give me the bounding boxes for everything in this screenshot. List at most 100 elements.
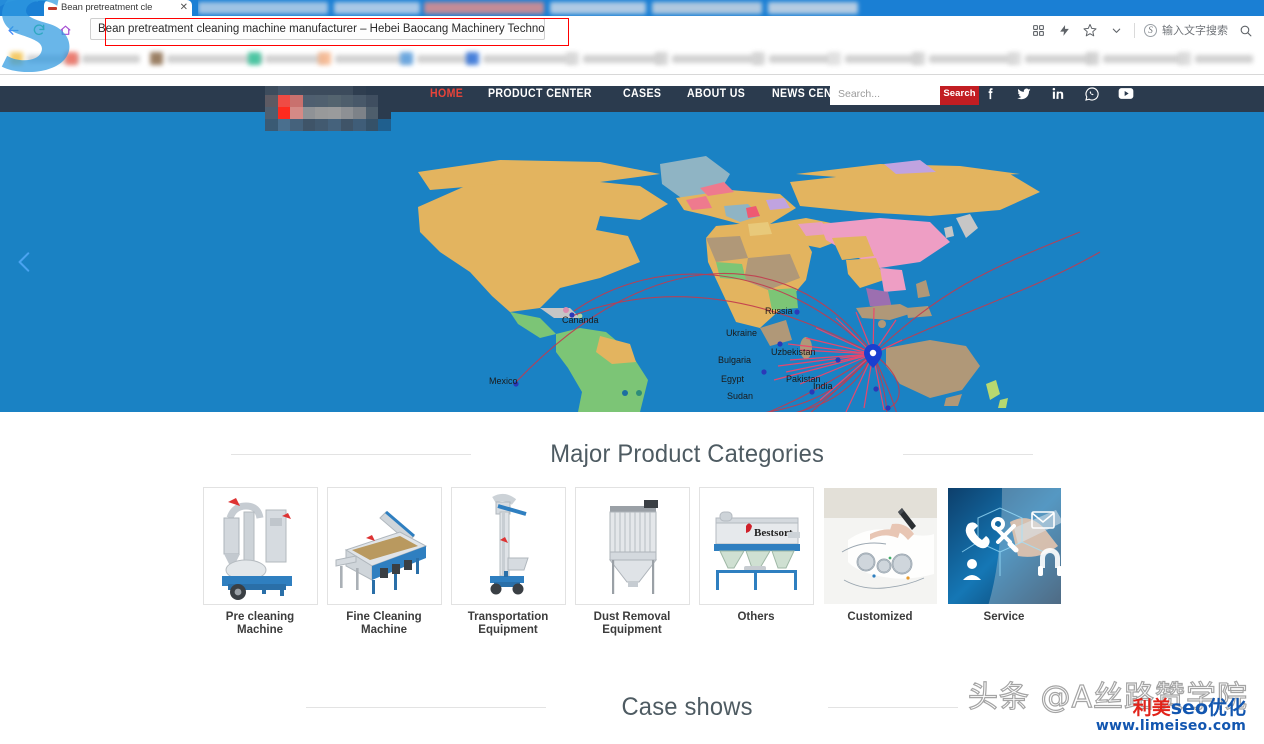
cases-heading-row: Case shows <box>0 637 1264 722</box>
product-card[interactable]: Transportation Equipment <box>451 487 566 637</box>
logo-mosaic-censored <box>265 83 391 131</box>
bookmark-item[interactable] <box>466 50 575 67</box>
background-tab[interactable] <box>198 2 328 14</box>
heading-rule-left <box>231 454 471 455</box>
nav-item-about-us[interactable]: ABOUT US <box>687 88 745 100</box>
bookmark-favicon-icon <box>65 52 78 65</box>
pre-cleaning-machine-image[interactable] <box>203 487 318 605</box>
whatsapp-icon[interactable] <box>1084 86 1100 102</box>
transportation-equipment-image[interactable] <box>451 487 566 605</box>
bookmark-favicon-icon <box>466 52 479 65</box>
browser-chrome: Bean pretreatment cle ✕ <box>0 0 1264 86</box>
reload-button[interactable] <box>26 17 52 43</box>
bookmark-label <box>483 55 575 63</box>
products-heading-row: Major Product Categories <box>0 412 1264 469</box>
background-tabs[interactable] <box>198 0 898 16</box>
address-text: Bean pretreatment cleaning machine manuf… <box>98 23 545 35</box>
product-card[interactable]: Bestsort Others <box>699 487 814 624</box>
product-category-grid: Pre cleaning Machine Fine Cleaning Machi… <box>0 487 1264 637</box>
product-card-label: Dust Removal Equipment <box>575 611 690 637</box>
address-bar[interactable]: Bean pretreatment cleaning machine manuf… <box>90 18 545 40</box>
background-tab[interactable] <box>768 2 858 14</box>
fine-cleaning-machine-image[interactable] <box>327 487 442 605</box>
cn-search-box[interactable]: S 输入文字搜索 <box>1140 19 1232 41</box>
magnifier-icon[interactable] <box>1232 17 1258 43</box>
site-logo[interactable] <box>265 83 391 131</box>
nav-item-cases[interactable]: CASES <box>623 88 661 100</box>
home-button[interactable] <box>52 17 78 43</box>
bookmark-favicon-icon <box>828 52 841 65</box>
customized-design-image[interactable] <box>823 487 938 605</box>
map-label-mexico: Mexico <box>489 376 518 386</box>
bookmark-favicon-icon <box>655 52 668 65</box>
product-card[interactable]: Customized <box>823 487 938 624</box>
map-label-russia: Russia <box>765 306 793 316</box>
star-bookmark-icon[interactable] <box>1077 17 1103 43</box>
bookmark-label <box>929 55 1015 63</box>
back-button[interactable] <box>0 17 26 43</box>
dust-removal-equipment-image[interactable] <box>575 487 690 605</box>
carousel-dot-1[interactable] <box>622 390 628 396</box>
bookmark-item[interactable] <box>828 50 919 67</box>
bookmark-item[interactable] <box>248 50 325 67</box>
bookmark-item[interactable] <box>150 50 263 67</box>
bookmark-item[interactable] <box>752 50 831 67</box>
chevron-left-icon <box>12 247 38 277</box>
map-label-bulgaria: Bulgaria <box>718 355 751 365</box>
bookmark-label <box>845 55 919 63</box>
product-card-label: Customized <box>823 611 938 624</box>
map-label-egypt: Egypt <box>721 374 745 384</box>
bookmarks-bar[interactable] <box>0 44 1264 74</box>
bookmark-item[interactable] <box>1178 50 1253 67</box>
bookmark-favicon-icon <box>752 52 765 65</box>
bookmark-item[interactable] <box>566 50 661 67</box>
bookmark-label <box>82 55 140 63</box>
bookmark-item[interactable] <box>655 50 762 67</box>
bookmark-favicon-icon <box>10 52 23 65</box>
bookmark-item[interactable] <box>1008 50 1091 67</box>
bookmark-favicon-icon <box>400 52 413 65</box>
product-card[interactable]: Fine Cleaning Machine <box>327 487 442 637</box>
browser-tab-active[interactable]: Bean pretreatment cle ✕ <box>44 0 192 16</box>
bookmark-label <box>769 55 831 63</box>
bookmark-item[interactable] <box>65 50 140 67</box>
lightning-icon[interactable] <box>1051 17 1077 43</box>
cases-rule-left <box>306 707 546 708</box>
background-tab[interactable] <box>424 2 544 14</box>
toolbar-right: S 输入文字搜索 <box>1025 17 1264 43</box>
bookmark-item[interactable] <box>400 50 473 67</box>
toolbar-divider <box>1134 23 1135 38</box>
twitter-icon[interactable] <box>1016 86 1032 102</box>
nav-item-home[interactable]: HOME <box>430 88 463 100</box>
world-map-slide[interactable]: Cananda Mexico Brazil Argentina Russia U… <box>0 112 1264 412</box>
tab-strip: Bean pretreatment cle ✕ <box>0 0 1264 16</box>
bookmark-item[interactable] <box>318 50 411 67</box>
product-card[interactable]: Service <box>947 487 1062 624</box>
background-tab[interactable] <box>652 2 762 14</box>
bookmark-item[interactable] <box>1086 50 1183 67</box>
heading-rule-right <box>903 454 1033 455</box>
nav-item-product-center[interactable]: PRODUCT CENTER <box>488 88 592 100</box>
facebook-icon[interactable] <box>982 86 998 102</box>
product-card[interactable]: Pre cleaning Machine <box>203 487 318 637</box>
linkedin-icon[interactable] <box>1050 86 1066 102</box>
cases-title: Case shows <box>621 693 752 722</box>
product-card-label: Pre cleaning Machine <box>203 611 318 637</box>
apps-grid-icon[interactable] <box>1025 17 1051 43</box>
home-icon <box>59 24 72 37</box>
chevron-down-icon[interactable] <box>1103 17 1129 43</box>
reload-icon <box>32 23 46 37</box>
bookmark-favicon-icon <box>566 52 579 65</box>
bookmark-label <box>1025 55 1091 63</box>
close-icon[interactable]: ✕ <box>177 0 188 16</box>
product-card[interactable]: Dust Removal Equipment <box>575 487 690 637</box>
carousel-prev-button[interactable] <box>8 245 42 279</box>
bookmark-favicon-icon <box>1008 52 1021 65</box>
service-support-image[interactable] <box>947 487 1062 605</box>
youtube-icon[interactable] <box>1118 86 1134 102</box>
others-machine-image[interactable]: Bestsort <box>699 487 814 605</box>
bookmark-item[interactable] <box>912 50 1015 67</box>
carousel-dot-2[interactable] <box>636 390 642 396</box>
background-tab[interactable] <box>334 2 420 14</box>
background-tab[interactable] <box>550 2 646 14</box>
